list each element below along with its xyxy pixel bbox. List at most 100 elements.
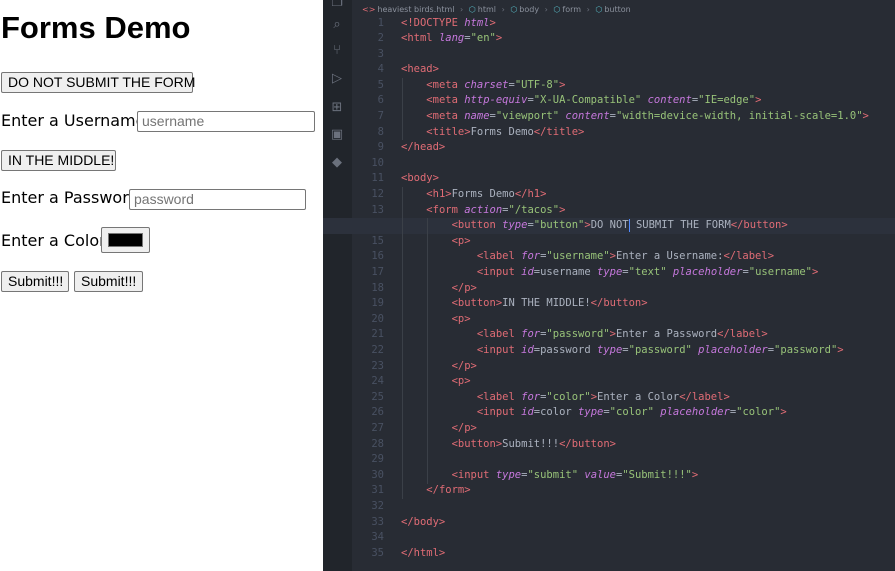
code-line[interactable]: <meta charset="UTF-8">	[401, 78, 895, 94]
code-line[interactable]: <meta http-equiv="X-UA-Compatible" conte…	[401, 93, 895, 109]
code-line[interactable]: </p>	[401, 281, 895, 297]
code-token: "button"	[533, 219, 585, 232]
line-number: 6	[377, 94, 384, 107]
code-line[interactable]: <!DOCTYPE html>	[401, 16, 895, 32]
docker-icon[interactable]: ◆	[330, 156, 344, 170]
code-line[interactable]: <input id=username type="text" placehold…	[401, 265, 895, 281]
code-token: >	[495, 32, 503, 45]
source-control-icon[interactable]: ⑂	[330, 44, 344, 58]
code-token: >	[780, 406, 787, 419]
code-line[interactable]: </p>	[401, 421, 895, 437]
line-number: 9	[377, 141, 384, 154]
code-line[interactable]: </form>	[401, 483, 895, 499]
code-token: </label>	[679, 390, 730, 403]
code-line[interactable]: <form action="/tacos">	[401, 203, 895, 219]
code-line[interactable]: <head>	[401, 62, 895, 78]
line-number: 16	[371, 250, 384, 263]
code-line[interactable]: <p>	[401, 312, 895, 328]
code-token: <button>	[451, 437, 503, 450]
code-token: </label>	[717, 328, 768, 341]
element-icon: ⬡	[510, 5, 518, 14]
code-line[interactable]: <button>IN THE MIDDLE!</button>	[401, 296, 895, 312]
breadcrumb-form[interactable]: form	[562, 5, 581, 14]
code-token: <meta	[426, 78, 465, 91]
code-token: Submit!!!	[502, 437, 560, 450]
code-token: =password	[533, 343, 597, 356]
code-token: charset	[464, 78, 509, 91]
code-token: =color	[533, 406, 579, 419]
code-line[interactable]: <input type="submit" value="Submit!!!">	[401, 468, 895, 484]
code-line[interactable]: <html lang="en">	[401, 31, 895, 47]
code-token: <meta	[426, 110, 465, 123]
code-line[interactable]	[401, 499, 895, 515]
remote-icon[interactable]: ▣	[330, 128, 344, 142]
in-the-middle-button[interactable]: IN THE MIDDLE!	[1, 150, 116, 171]
code-token: <body>	[401, 172, 439, 185]
code-token: Enter a Password	[615, 328, 718, 341]
code-token: </title>	[533, 125, 585, 138]
code-line[interactable]	[401, 47, 895, 63]
code-line[interactable]: <input id=password type="password" place…	[401, 343, 895, 359]
code-line[interactable]: <label for="password">Enter a Password</…	[401, 327, 895, 343]
run-debug-icon[interactable]: ▷	[330, 72, 344, 86]
search-icon[interactable]: ⌕	[330, 18, 344, 32]
code-line[interactable]: </p>	[401, 359, 895, 375]
code-token: "submit"	[527, 468, 579, 481]
code-line[interactable]: <label for="username">Enter a Username:<…	[401, 249, 895, 265]
line-number: 31	[371, 484, 384, 497]
submit-button[interactable]: Submit!!!	[1, 271, 69, 292]
code-line[interactable]: <button>Submit!!!</button>	[401, 437, 895, 453]
code-line[interactable]	[401, 156, 895, 172]
code-line[interactable]: </body>	[401, 515, 895, 531]
code-token: <h1>	[426, 188, 452, 201]
code-line[interactable]: </head>	[401, 140, 895, 156]
code-token: >	[755, 94, 762, 107]
code-token: Enter a Username:	[615, 250, 724, 263]
line-number: 7	[377, 110, 384, 123]
explorer-icon[interactable]: ❐	[330, 0, 344, 10]
breadcrumb-body[interactable]: body	[519, 5, 539, 14]
do-not-submit-button[interactable]: DO NOT SUBMIT THE FORM	[1, 72, 195, 93]
breadcrumb-button[interactable]: button	[604, 5, 630, 14]
code-token: html	[464, 16, 490, 29]
code-token: >	[559, 203, 566, 216]
color-picker-input[interactable]	[101, 227, 150, 253]
code-token: <label	[476, 328, 522, 341]
code-token: for	[521, 328, 541, 341]
code-token: name	[464, 110, 490, 123]
line-number: 5	[377, 78, 384, 91]
code-line[interactable]: </html>	[401, 546, 895, 562]
breadcrumb-file[interactable]: heaviest birds.html	[377, 5, 454, 14]
code-token: type	[502, 219, 528, 232]
code-line[interactable]: <button type="button">DO NOT SUBMIT THE …	[323, 218, 895, 234]
code-line[interactable]: <p>	[401, 234, 895, 250]
code-line[interactable]	[401, 530, 895, 546]
color-label: Enter a Color	[1, 231, 106, 250]
username-input[interactable]: username	[137, 111, 315, 132]
submit-input[interactable]: Submit!!!	[74, 271, 143, 292]
code-token: "Submit!!!"	[622, 468, 692, 481]
code-token: </html>	[401, 546, 446, 559]
line-number: 3	[377, 47, 384, 60]
code-line[interactable]: <h1>Forms Demo</h1>	[401, 187, 895, 203]
code-lines[interactable]: <!DOCTYPE html> <html lang="en"> <head> <m…	[323, 16, 895, 562]
extensions-icon[interactable]: ⊞	[330, 101, 344, 115]
code-line[interactable]: <title>Forms Demo</title>	[401, 125, 895, 141]
breadcrumb-html[interactable]: html	[478, 5, 496, 14]
code-token: "/tacos"	[508, 203, 560, 216]
code-token: "password"	[628, 343, 692, 356]
code-token: <label	[476, 250, 522, 263]
code-token: "text"	[628, 266, 667, 278]
code-line[interactable]: <p>	[401, 374, 895, 390]
line-number: 17	[371, 266, 384, 278]
code-line[interactable]: <body>	[401, 171, 895, 187]
code-line[interactable]: <label for="color">Enter a Color</label>	[401, 390, 895, 406]
password-input[interactable]: password	[129, 189, 306, 210]
code-line[interactable]	[401, 452, 895, 468]
code-token: <p>	[451, 375, 471, 388]
code-line[interactable]: <input id=color type="color" placeholder…	[401, 405, 895, 421]
code-token: </form>	[426, 484, 471, 497]
code-line[interactable]: <meta name="viewport" content="width=dev…	[401, 109, 895, 125]
